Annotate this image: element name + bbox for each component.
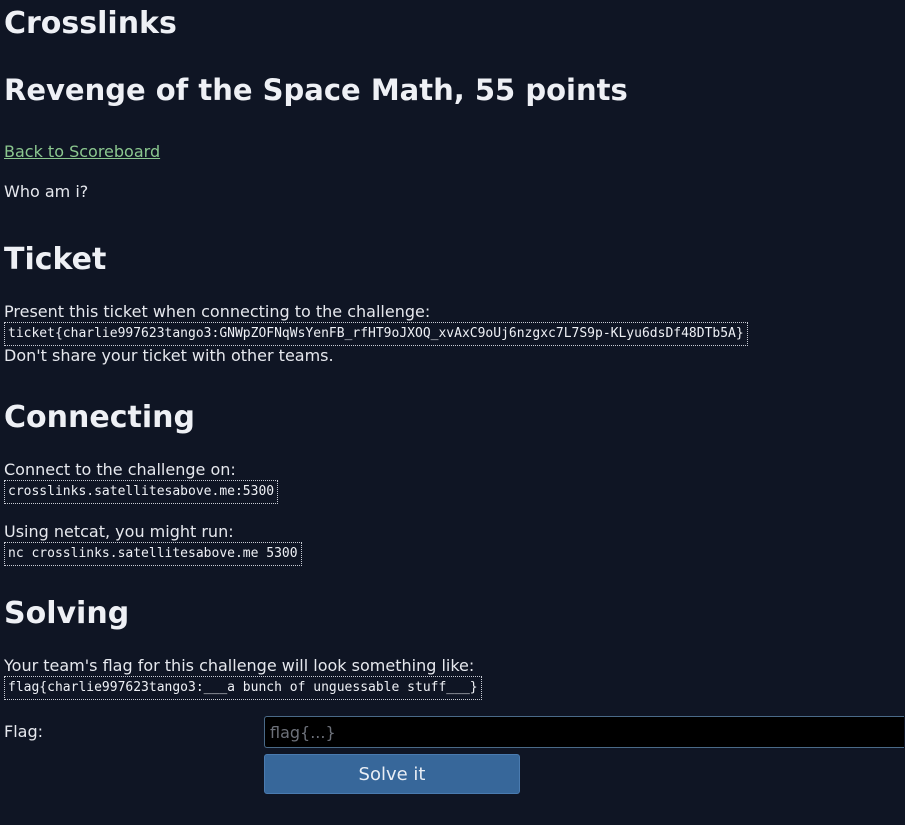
solving-intro: Your team's flag for this challenge will… — [4, 656, 475, 675]
connecting-heading: Connecting — [4, 400, 195, 435]
site-title: Crosslinks — [4, 6, 177, 41]
connect-intro: Connect to the challenge on: — [4, 460, 236, 479]
ticket-heading: Ticket — [4, 242, 107, 277]
host-code: crosslinks.satellitesabove.me:5300 — [4, 480, 279, 504]
back-to-scoreboard-link[interactable]: Back to Scoreboard — [4, 142, 160, 162]
ticket-code: ticket{charlie997623tango3:GNWpZOFNqWsYe… — [4, 322, 748, 346]
ticket-warning: Don't share your ticket with other teams… — [4, 346, 334, 365]
challenge-page: Crosslinks Revenge of the Space Math, 55… — [0, 0, 905, 794]
flag-form: Flag: Solve it — [4, 716, 905, 794]
solving-heading: Solving — [4, 596, 130, 631]
challenge-title: Revenge of the Space Math, 55 points — [4, 73, 628, 107]
flag-input[interactable] — [264, 716, 904, 748]
challenge-description: Who am i? — [4, 182, 89, 201]
netcat-intro: Using netcat, you might run: — [4, 522, 234, 541]
flag-label: Flag: — [4, 722, 43, 741]
solve-button[interactable]: Solve it — [264, 754, 520, 794]
ticket-intro: Present this ticket when connecting to t… — [4, 302, 431, 321]
flag-example-code: flag{charlie997623tango3:___a bunch of u… — [4, 676, 482, 700]
netcat-command-code: nc crosslinks.satellitesabove.me 5300 — [4, 542, 302, 566]
